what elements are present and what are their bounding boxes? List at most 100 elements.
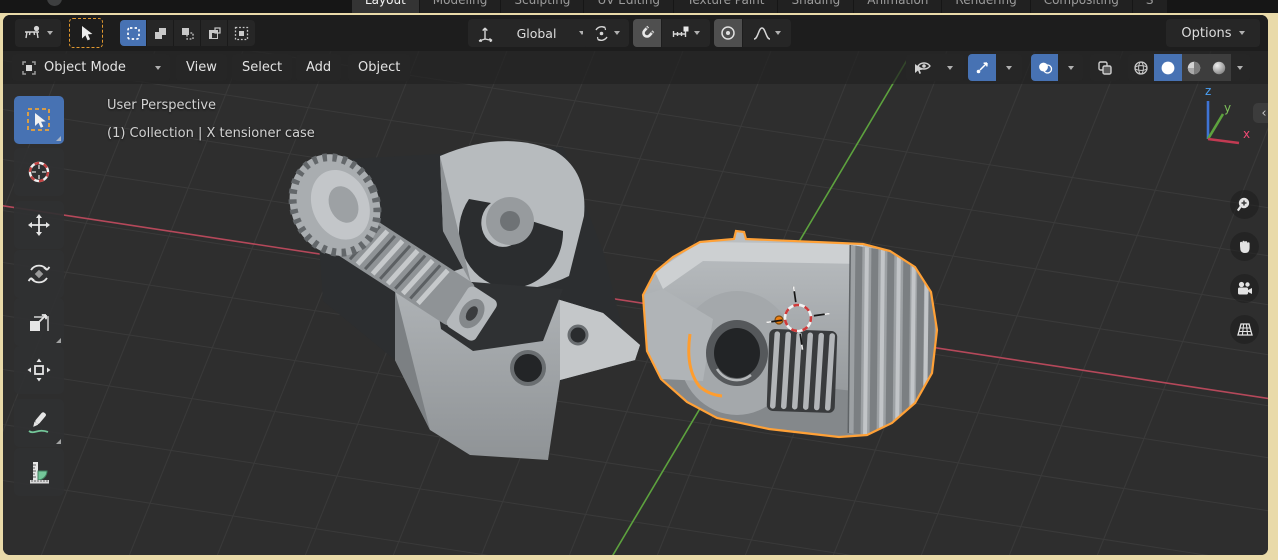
shading-wireframe-button[interactable] [1128, 54, 1154, 81]
overlays-icon [1038, 62, 1052, 74]
tool-cursor[interactable] [14, 148, 64, 196]
object-visibility-dropdown[interactable] [906, 54, 964, 81]
falloff-curve-icon [753, 26, 771, 40]
show-overlays-toggle[interactable] [1031, 54, 1058, 81]
view-perspective-label: User Perspective [107, 98, 217, 113]
camera-view-button[interactable] [1230, 274, 1259, 303]
select-mode-set-button[interactable] [120, 20, 147, 46]
cursor-3d-icon [28, 161, 50, 183]
knurled-cap [849, 245, 937, 435]
select-mode-intersect-button[interactable] [228, 20, 255, 46]
tool-rotate[interactable] [14, 250, 64, 298]
grid-perspective-icon [1236, 322, 1253, 336]
orientation-axes-icon [478, 27, 493, 42]
menu-object[interactable]: Object [348, 54, 411, 81]
app-menu-partial-icon[interactable] [47, 0, 62, 6]
show-gizmo-toggle[interactable] [968, 54, 996, 81]
xray-icon [1098, 60, 1112, 75]
chevron-down-icon [947, 65, 953, 70]
tab-uv-editing[interactable]: UV Editing [584, 0, 674, 13]
overlays-group [1031, 54, 1083, 81]
editor-area: Global Options Object Mode View Select A… [3, 15, 1268, 555]
tool-settings-bar: Global Options [3, 15, 1268, 51]
snap-toggle-button[interactable] [633, 19, 661, 47]
shading-mode-group [1128, 54, 1250, 81]
toggle-ortho-button[interactable] [1230, 315, 1259, 344]
proportional-falloff-dropdown[interactable] [743, 19, 791, 47]
zoom-button[interactable] [1230, 190, 1259, 219]
blender-window: + Layout Modeling Sculpting UV Editing T… [0, 0, 1278, 560]
pivot-point-dropdown[interactable] [583, 19, 629, 47]
chevron-down-icon [613, 31, 620, 35]
pivot-point-icon [594, 25, 608, 41]
pan-button[interactable] [1230, 232, 1259, 261]
chevron-down-icon [47, 31, 53, 35]
viewport-3d[interactable]: Object Mode View Select Add Object User … [3, 51, 1268, 555]
tool-move[interactable] [14, 201, 64, 249]
object-x-tensioner-case-selected[interactable] [641, 229, 943, 441]
add-workspace-partial[interactable]: + [304, 0, 315, 4]
chevron-down-icon [1237, 65, 1244, 70]
axis-x-line [3, 204, 1268, 400]
proportional-editing-toggle[interactable] [714, 19, 742, 47]
eye-cursor-icon [906, 54, 938, 81]
tab-compositing[interactable]: Compositing [1030, 0, 1132, 13]
rendered-sphere-icon [1212, 61, 1225, 74]
tool-select-box[interactable] [14, 96, 64, 144]
gizmo-z-label: z [1205, 84, 1211, 98]
chevron-down-icon [155, 65, 161, 70]
xray-toggle[interactable] [1090, 54, 1120, 81]
orientation-label: Global [516, 25, 557, 41]
gizmo-y-label: y [1224, 101, 1231, 115]
select-box-icon [27, 108, 50, 131]
chevron-down-icon [775, 31, 781, 35]
chevron-down-icon [1006, 65, 1012, 70]
mode-selector-dropdown[interactable]: Object Mode [12, 54, 170, 81]
shading-solid-button[interactable] [1154, 54, 1183, 81]
tab-sculpting[interactable]: Sculpting [501, 0, 584, 13]
snap-increment-icon [672, 26, 689, 37]
chevron-down-icon [1067, 65, 1074, 70]
tab-scripting-partial[interactable]: S [1132, 0, 1167, 13]
tool-measure[interactable] [14, 448, 64, 496]
solid-sphere-icon [1161, 61, 1175, 74]
options-label: Options [1181, 25, 1232, 41]
active-tool-select-box-button[interactable] [69, 18, 103, 48]
snap-target-dropdown[interactable] [662, 19, 710, 47]
tool-scale[interactable] [14, 298, 64, 346]
tool-settings-editor-button[interactable] [15, 19, 61, 47]
navigation-gizmo[interactable]: z y x [1183, 81, 1263, 161]
proportional-editing-icon [721, 26, 735, 40]
tool-annotate[interactable] [14, 399, 64, 447]
workspace-tab-bar: + Layout Modeling Sculpting UV Editing T… [0, 0, 1278, 13]
object-tensioner-left[interactable] [274, 140, 640, 460]
menu-add[interactable]: Add [296, 54, 342, 81]
measure-icon [30, 462, 49, 484]
tab-modeling[interactable]: Modeling [419, 0, 501, 13]
chevron-down-icon [1238, 31, 1245, 35]
mode-label: Object Mode [44, 60, 126, 75]
tab-layout[interactable]: Layout [352, 0, 419, 13]
gizmo-icon [976, 62, 988, 74]
shading-rendered-button[interactable] [1206, 54, 1231, 81]
gizmos-group [968, 54, 1022, 81]
tab-texture-paint[interactable]: Texture Paint [674, 0, 778, 13]
viewport-header: Object Mode View Select Add Object [3, 51, 1268, 84]
transform-orientation-dropdown[interactable]: Global [468, 19, 594, 47]
rotate-icon [27, 264, 51, 284]
options-dropdown[interactable]: Options [1166, 19, 1260, 47]
tool-transform[interactable] [14, 346, 64, 394]
shading-material-button[interactable] [1182, 54, 1207, 81]
tab-animation[interactable]: Animation [854, 0, 942, 13]
select-mode-invert-button[interactable] [201, 20, 228, 46]
tab-rendering[interactable]: Rendering [942, 0, 1030, 13]
tab-shading[interactable]: Shading [778, 0, 854, 13]
hand-icon [1240, 240, 1250, 253]
select-mode-subtract-button[interactable] [174, 20, 201, 46]
select-mode-extend-button[interactable] [147, 20, 174, 46]
sidebar-collapse-button[interactable]: ‹ [1253, 103, 1268, 123]
menu-select[interactable]: Select [232, 54, 293, 81]
cursor-arrow-icon [81, 25, 92, 40]
select-mode-group [120, 20, 255, 46]
menu-view[interactable]: View [176, 54, 227, 81]
